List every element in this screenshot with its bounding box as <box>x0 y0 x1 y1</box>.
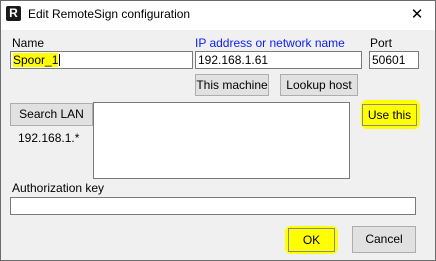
this-machine-button[interactable]: This machine <box>195 74 269 96</box>
name-label: Name <box>12 36 45 50</box>
title-bar: R Edit RemoteSign configuration ✕ <box>1 1 435 30</box>
name-value: Spoor_1 <box>13 53 59 67</box>
port-input[interactable]: 50601 <box>369 51 419 69</box>
auth-key-label: Authorization key <box>12 181 105 195</box>
port-label: Port <box>370 36 393 50</box>
close-icon[interactable]: ✕ <box>399 1 435 30</box>
window-title: Edit RemoteSign configuration <box>28 7 191 21</box>
remotesign-config-dialog: R Edit RemoteSign configuration ✕ Name S… <box>0 0 436 261</box>
lookup-host-button[interactable]: Lookup host <box>280 74 358 96</box>
ip-input[interactable]: 192.168.1.61 <box>195 51 362 69</box>
cancel-button[interactable]: Cancel <box>352 226 416 253</box>
name-input[interactable]: Spoor_1 <box>10 51 193 69</box>
lan-results-list[interactable] <box>93 102 350 179</box>
search-lan-button[interactable]: Search LAN <box>10 103 93 126</box>
use-this-button[interactable]: Use this <box>362 104 417 126</box>
lan-subnet: 192.168.1.* <box>18 131 80 145</box>
app-icon: R <box>6 6 21 21</box>
auth-key-input[interactable] <box>10 197 416 215</box>
ip-label: IP address or network name <box>195 36 345 50</box>
app-icon-letter: R <box>9 6 18 20</box>
text-caret <box>59 54 61 66</box>
ok-button[interactable]: OK <box>288 228 335 252</box>
